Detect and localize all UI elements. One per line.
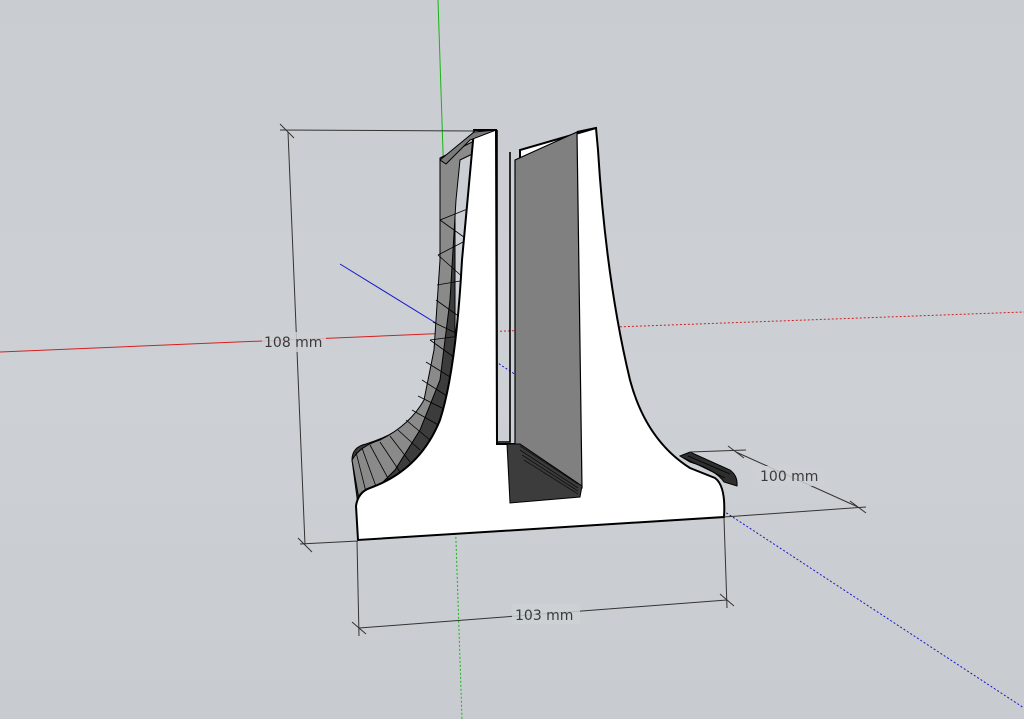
glass-clamp-model[interactable]	[351, 126, 738, 542]
depth-dimension-label[interactable]: 100 mm	[760, 469, 818, 485]
height-dim-top-extension	[279, 129, 475, 132]
red-axis-solid	[0, 332, 453, 353]
slot-inner-wall[interactable]	[514, 131, 583, 501]
width-dimension-label[interactable]: 103 mm	[515, 608, 573, 624]
model-scene[interactable]: 108 mm 100 mm 103 mm	[0, 0, 1024, 719]
height-dim-tick-top	[279, 123, 295, 139]
width-dim-right-extension	[723, 517, 728, 609]
height-dim-bottom-extension	[299, 540, 359, 545]
slot-opening	[496, 130, 511, 443]
depth-dim-tick-top	[727, 445, 745, 459]
3d-viewport[interactable]: 108 mm 100 mm 103 mm	[0, 0, 1024, 719]
height-dimension-label[interactable]: 108 mm	[264, 335, 322, 351]
width-dim-left-extension	[356, 540, 360, 637]
depth-dim-top-extension	[689, 449, 747, 453]
depth-dim-bottom-extension	[723, 506, 867, 518]
